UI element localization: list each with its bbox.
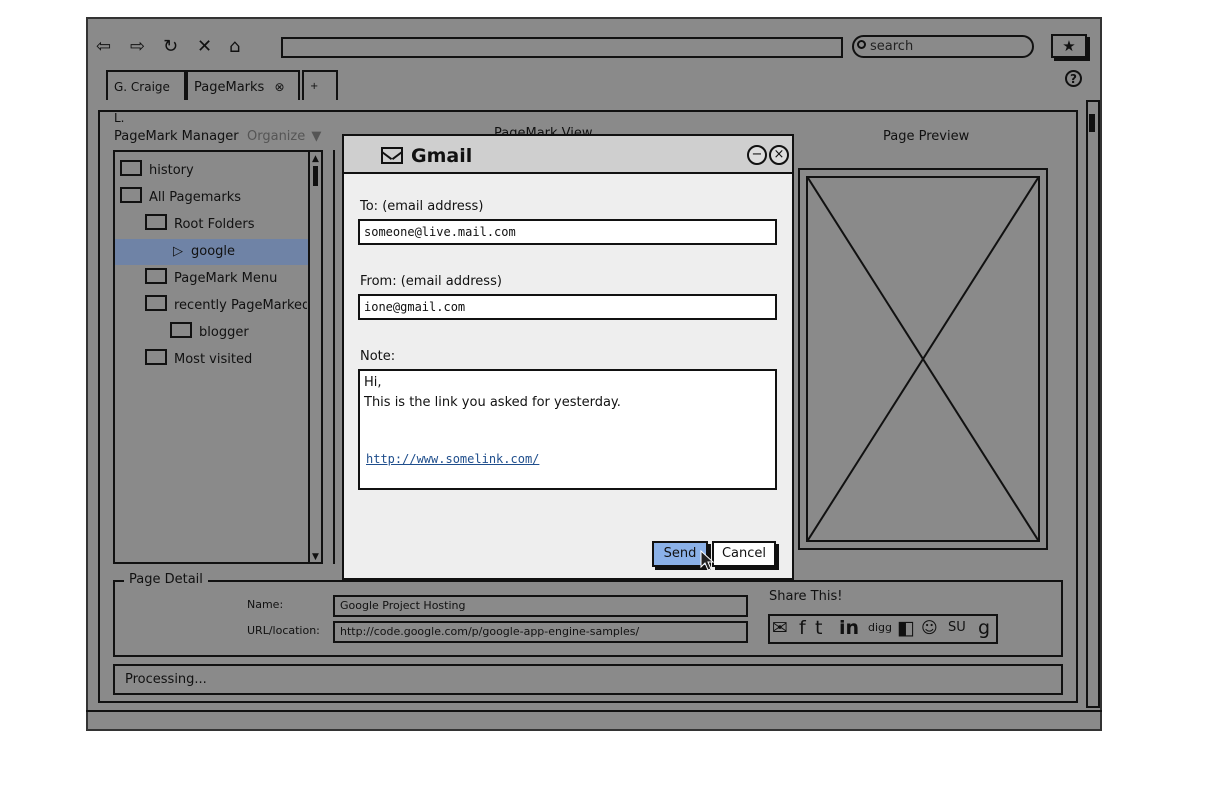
stumbleupon-icon[interactable]: SU: [948, 617, 966, 639]
image-placeholder: [806, 176, 1040, 542]
new-tab-label: +: [310, 81, 319, 92]
mouse-pointer-icon: [700, 550, 714, 571]
tree-item-pagemark-menu[interactable]: PageMark Menu: [145, 268, 277, 290]
url-field[interactable]: http://code.google.com/p/google-app-engi…: [333, 621, 748, 643]
tab-g-craige[interactable]: G. Craige L.: [106, 70, 186, 125]
delicious-icon[interactable]: ◧: [897, 617, 915, 639]
play-triangle-icon: ▷: [173, 244, 183, 259]
tree-scrollbar-thumb[interactable]: [313, 166, 318, 186]
forward-icon[interactable]: ⇨: [130, 35, 145, 59]
stop-icon[interactable]: ✕: [197, 35, 212, 59]
back-icon[interactable]: ⇦: [96, 35, 111, 59]
page-detail-legend: Page Detail: [124, 572, 208, 587]
folder-icon: [145, 349, 167, 365]
star-icon: ★: [1062, 37, 1076, 55]
open-folder-icon: [145, 295, 167, 311]
tree-item-most-visited[interactable]: Most visited: [145, 349, 252, 371]
manager-title: PageMark Manager: [114, 129, 239, 144]
from-label: From: (email address): [360, 274, 502, 289]
reddit-icon[interactable]: ☺: [921, 617, 938, 639]
organize-label: Organize: [247, 129, 306, 144]
help-icon[interactable]: ?: [1065, 70, 1082, 87]
tree-scrollbar[interactable]: ▲ ▼: [308, 152, 321, 562]
bookmark-star-button[interactable]: ★: [1051, 34, 1087, 58]
preview-title: Page Preview: [883, 129, 970, 144]
image-placeholder-cross: [808, 178, 1038, 540]
open-folder-icon: [145, 268, 167, 284]
twitter-icon[interactable]: t: [815, 617, 822, 639]
email-icon[interactable]: ✉: [772, 617, 788, 639]
to-email-field[interactable]: someone@live.mail.com: [358, 219, 777, 245]
share-label: Share This!: [769, 589, 843, 604]
scroll-down-icon[interactable]: ▼: [312, 552, 319, 562]
new-tab-button[interactable]: +: [302, 70, 338, 100]
search-placeholder: search: [870, 39, 914, 54]
mail-icon: [381, 147, 403, 164]
tree-item-label: Most visited: [174, 352, 253, 367]
tab-label: PageMarks: [194, 80, 265, 95]
tree-item-label: google: [191, 244, 236, 259]
scrollbar-thumb[interactable]: [1089, 114, 1095, 132]
tree-item-label: history: [149, 163, 194, 178]
cancel-button[interactable]: Cancel: [712, 541, 776, 567]
open-folder-icon: [145, 214, 167, 230]
note-link[interactable]: http://www.somelink.com/: [366, 452, 539, 466]
tree-item-label: Root Folders: [174, 217, 255, 232]
minimize-icon[interactable]: −: [747, 145, 767, 165]
tree-item-blogger[interactable]: blogger: [170, 322, 249, 344]
tree-item-label: PageMark Menu: [174, 271, 278, 286]
home-icon[interactable]: ⌂: [229, 35, 240, 59]
open-folder-icon: [120, 187, 142, 203]
tree-item-google[interactable]: ▷ google: [173, 241, 235, 263]
search-input[interactable]: search: [852, 35, 1034, 58]
tree-item-recently-pagemarked[interactable]: recently PageMarked: [145, 295, 307, 317]
tree-item-root-folders[interactable]: Root Folders: [145, 214, 255, 236]
facebook-icon[interactable]: f: [799, 617, 806, 639]
reload-icon[interactable]: ↻: [163, 35, 178, 59]
note-spacer: [364, 413, 771, 449]
tab-pagemarks[interactable]: PageMarks ⊗: [186, 70, 300, 100]
tree-item-label: recently PageMarked: [174, 298, 307, 313]
tree-item-label: blogger: [199, 325, 249, 340]
folder-icon: [170, 322, 192, 338]
url-label: URL/location:: [247, 624, 320, 637]
tree-item-all-pagemarks[interactable]: All Pagemarks: [120, 187, 241, 209]
tree-item-history[interactable]: history: [120, 160, 194, 182]
name-label: Name:: [247, 598, 284, 611]
scroll-up-icon[interactable]: ▲: [312, 154, 319, 164]
address-bar[interactable]: [281, 37, 843, 58]
dialog-title: Gmail: [411, 145, 473, 167]
name-field[interactable]: Google Project Hosting: [333, 595, 748, 617]
status-bar: Processing...: [113, 664, 1063, 695]
organize-menu[interactable]: Organize ▼: [247, 129, 321, 144]
note-textarea[interactable]: Hi, This is the link you asked for yeste…: [358, 369, 777, 490]
linkedin-icon[interactable]: in: [839, 617, 859, 639]
note-line: Hi,: [364, 375, 382, 390]
page-scrollbar[interactable]: [1086, 100, 1100, 708]
chevron-down-icon: ▼: [311, 129, 322, 144]
browser-bottom-bar: [86, 710, 1102, 731]
google-icon[interactable]: g: [978, 617, 990, 639]
to-label: To: (email address): [360, 199, 484, 214]
search-icon: [857, 40, 866, 49]
note-label: Note:: [360, 349, 396, 364]
from-email-field[interactable]: ione@gmail.com: [358, 294, 777, 320]
note-line: This is the link you asked for yesterday…: [364, 395, 621, 410]
close-tab-icon[interactable]: ⊗: [274, 80, 284, 94]
folder-icon: [120, 160, 142, 176]
close-icon[interactable]: ×: [769, 145, 789, 165]
digg-icon[interactable]: digg: [868, 617, 892, 639]
tree-item-label: All Pagemarks: [149, 190, 241, 205]
